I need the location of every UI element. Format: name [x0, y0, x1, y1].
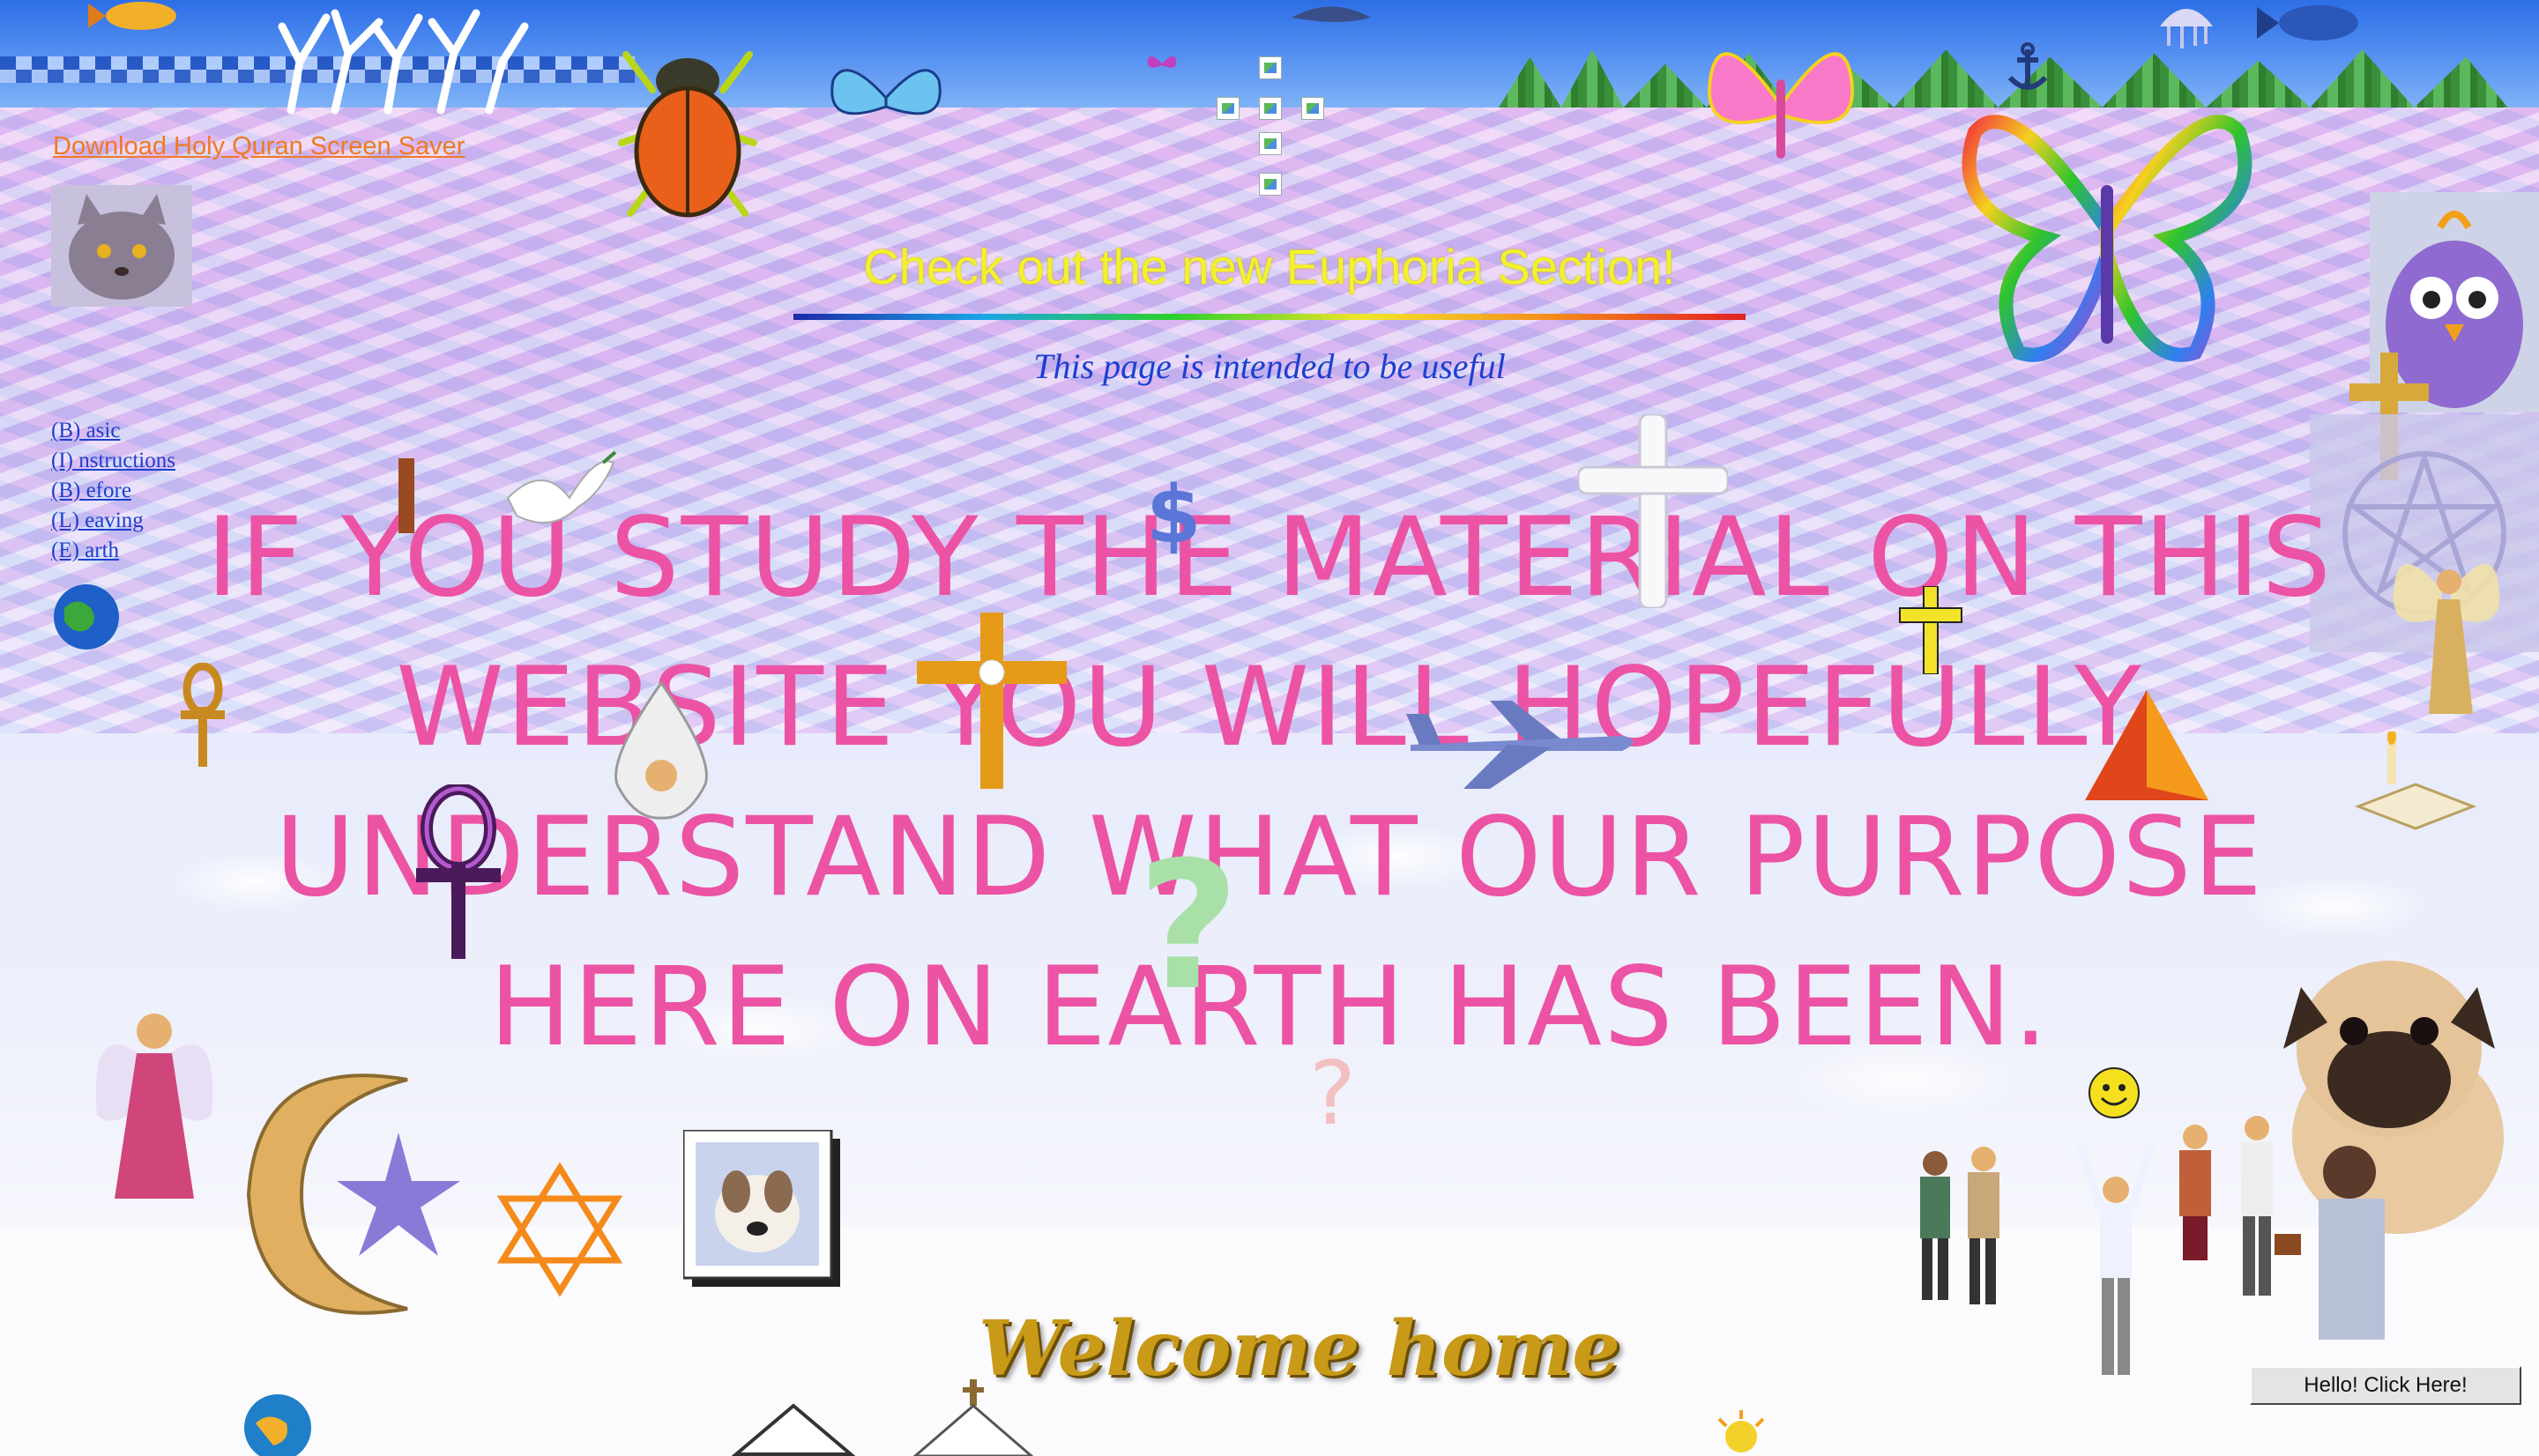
house-icon	[732, 1403, 855, 1456]
fish-icon	[88, 2, 176, 30]
dolphin-icon	[1292, 6, 1371, 22]
globe-icon	[54, 584, 119, 650]
angel-icon	[95, 1014, 213, 1199]
download-quran-link[interactable]: Download Holy Quran Screen Saver	[53, 132, 465, 161]
coral-icon	[278, 9, 529, 115]
white-cross-icon	[1578, 414, 1728, 608]
jellyfish-icon	[2160, 9, 2213, 48]
rainbow-divider	[793, 314, 1746, 320]
tagline: This page is intended to be useful	[1033, 346, 1506, 386]
wooden-post-icon	[398, 458, 414, 533]
dove-icon	[506, 450, 617, 524]
anchor-icon	[2007, 42, 2048, 90]
question-mark-icon: ?	[1137, 846, 1240, 1005]
hello-click-here-button[interactable]: Hello! Click Here!	[2250, 1366, 2521, 1405]
star-of-david-icon	[496, 1162, 623, 1297]
crescent-star-icon	[246, 1073, 460, 1315]
scarab-beetle-icon	[618, 51, 757, 218]
broken-image	[1217, 97, 1240, 120]
svg-text:?: ?	[1309, 1049, 1356, 1137]
yellow-cross-icon	[1899, 586, 1962, 674]
ankh-icon	[416, 784, 501, 959]
fish-icon	[2257, 5, 2358, 41]
ankh-small-icon	[181, 663, 225, 767]
airplane-icon	[1406, 701, 1634, 789]
persian-cat-icon	[51, 185, 192, 307]
question-mark-small-icon: ?	[1309, 1049, 1356, 1137]
butterfly-icon	[830, 69, 942, 115]
nav-instructions-link[interactable]: (I) nstructions	[51, 446, 175, 476]
broken-image	[1301, 97, 1324, 120]
church-icon	[912, 1379, 1034, 1456]
dog-photo-icon	[683, 1130, 840, 1287]
welcome-home-banner: Welcome home	[979, 1304, 1620, 1393]
sun-icon	[1717, 1410, 1765, 1452]
svg-text:$: $	[1146, 469, 1199, 555]
broken-image	[1259, 97, 1282, 120]
broken-image	[1259, 173, 1282, 196]
svg-text:?: ?	[1137, 846, 1240, 1005]
broken-image	[1259, 132, 1282, 155]
dollar-icon: $	[1146, 469, 1199, 555]
nav-basic-link[interactable]: (B) asic	[51, 416, 175, 446]
pink-butterfly-icon	[1708, 52, 1854, 159]
euphoria-section-link[interactable]: Check out the new Euphoria Section!	[793, 238, 1746, 295]
butterfly-icon	[1147, 56, 1177, 68]
angel-drop-icon	[614, 680, 708, 820]
broken-image	[1259, 56, 1282, 79]
ornate-cross-icon	[917, 613, 1067, 789]
globe-icon	[244, 1394, 311, 1456]
rainbow-butterfly-icon	[1962, 115, 2252, 362]
